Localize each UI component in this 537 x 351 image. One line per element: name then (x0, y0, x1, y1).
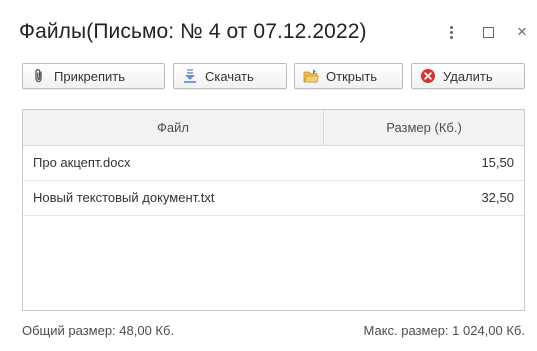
delete-button-label: Удалить (443, 68, 493, 84)
column-header-size[interactable]: Размер (Кб.) (324, 110, 524, 145)
attach-button-label: Прикрепить (54, 68, 126, 84)
download-arrow-icon (182, 68, 198, 84)
close-icon[interactable]: × (512, 22, 532, 42)
file-name: Про акцепт.docx (33, 155, 131, 170)
files-dialog: Файлы(Письмо: № 4 от 07.12.2022) × Прикр… (0, 0, 537, 351)
dialog-title: Файлы(Письмо: № 4 от 07.12.2022) (19, 20, 367, 43)
table-row[interactable]: Про акцепт.docx 15,50 (23, 146, 524, 181)
files-table: Файл Размер (Кб.) Про акцепт.docx 15,50 … (22, 109, 525, 311)
open-folder-icon (303, 68, 319, 84)
max-size-label: Макс. размер: 1 024,00 Кб. (363, 323, 525, 338)
attach-button[interactable]: Прикрепить (22, 63, 165, 89)
table-header: Файл Размер (Кб.) (23, 110, 524, 146)
maximize-icon[interactable] (478, 22, 498, 42)
delete-button[interactable]: Удалить (411, 63, 525, 89)
open-button-label: Открыть (326, 68, 378, 84)
paperclip-icon (31, 68, 47, 84)
file-size: 32,50 (481, 190, 514, 205)
total-size-label: Общий размер: 48,00 Кб. (22, 323, 175, 338)
title-bar: Файлы(Письмо: № 4 от 07.12.2022) × (0, 0, 537, 56)
file-name: Новый текстовый документ.txt (33, 190, 215, 205)
download-button-label: Скачать (205, 68, 254, 84)
file-size: 15,50 (481, 155, 514, 170)
more-icon[interactable] (441, 22, 461, 42)
download-button[interactable]: Скачать (173, 63, 287, 89)
column-header-file[interactable]: Файл (23, 110, 324, 145)
table-row[interactable]: Новый текстовый документ.txt 32,50 (23, 181, 524, 216)
delete-icon (420, 68, 436, 84)
open-button[interactable]: Открыть (294, 63, 403, 89)
